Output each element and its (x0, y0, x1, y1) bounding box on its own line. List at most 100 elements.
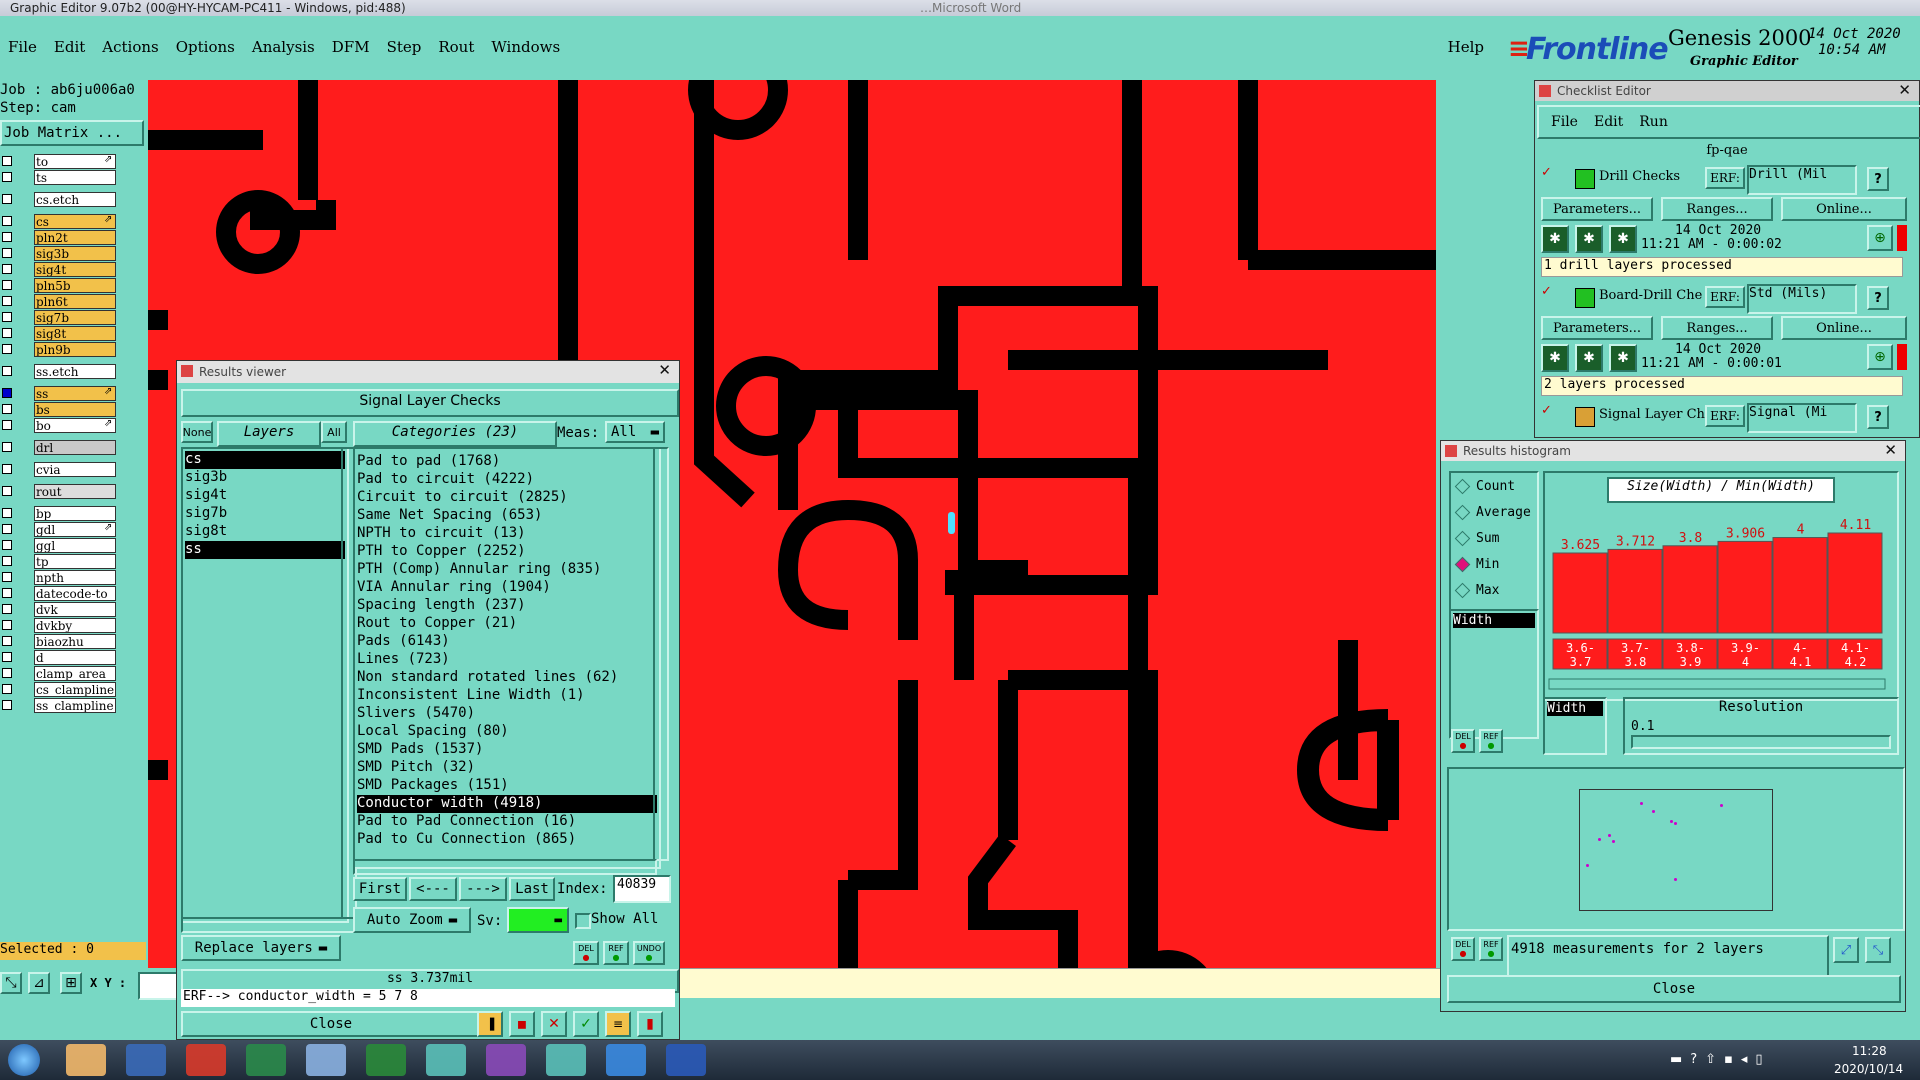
report-icon[interactable]: ≡ (605, 1011, 631, 1037)
layer-checkbox[interactable] (2, 572, 12, 582)
option-count[interactable]: Count (1451, 473, 1537, 499)
layer-row[interactable]: cs.etch (0, 192, 146, 207)
check-icon[interactable]: ✓ (573, 1011, 599, 1037)
menu-options[interactable]: Options (176, 38, 235, 56)
layer-row[interactable]: pln9b (0, 342, 146, 357)
layer-name[interactable]: dvk (34, 602, 116, 617)
layer-checkbox[interactable] (2, 442, 12, 452)
category-item[interactable]: Pad to Cu Connection (865) (357, 831, 657, 849)
rv-layer-item[interactable]: ss (185, 541, 345, 559)
layer-row[interactable]: drl (0, 440, 146, 455)
layer-row[interactable]: cvia (0, 462, 146, 477)
layer-name[interactable]: ggl (34, 538, 116, 553)
layer-checkbox[interactable] (2, 194, 12, 204)
category-item[interactable]: SMD Pads (1537) (357, 741, 657, 759)
checklist-menu-edit[interactable]: Edit (1594, 114, 1623, 130)
layer-row[interactable]: datecode-to (0, 586, 146, 601)
categories-scrollbar[interactable] (653, 447, 669, 861)
close-icon[interactable]: ✕ (1884, 441, 1897, 459)
layer-row[interactable]: cs ⇗ (0, 214, 146, 229)
category-item[interactable]: Pad to pad (1768) (357, 453, 657, 471)
last-button[interactable]: Last (509, 877, 555, 901)
online-button[interactable]: Online... (1781, 316, 1907, 340)
layer-checkbox[interactable] (2, 420, 12, 430)
categories-hscrollbar[interactable] (353, 859, 657, 875)
layer-name[interactable]: rout (34, 484, 116, 499)
histogram-bar[interactable] (1827, 532, 1883, 634)
resolution-slider[interactable] (1631, 735, 1891, 749)
save-icon[interactable] (126, 1044, 166, 1076)
category-item[interactable]: Inconsistent Line Width (1) (357, 687, 657, 705)
zoom-tool-icon[interactable]: ⤡ (0, 972, 22, 994)
zoom-results-icon[interactable]: ⊕ (1867, 225, 1893, 251)
layer-checkbox[interactable] (2, 604, 12, 614)
genesis2-icon[interactable] (546, 1044, 586, 1076)
layer-checkbox[interactable] (2, 486, 12, 496)
grid-tool-icon[interactable]: ⊞ (60, 972, 82, 994)
layer-name[interactable]: d (34, 650, 116, 665)
show-all-checkbox[interactable] (575, 913, 591, 929)
layer-checkbox[interactable] (2, 232, 12, 242)
histogram-icon[interactable]: ▮ (637, 1011, 663, 1037)
category-item[interactable]: Pad to circuit (4222) (357, 471, 657, 489)
erf-value[interactable]: Signal (Mi (1747, 403, 1857, 433)
check-help-button[interactable]: ? (1867, 405, 1889, 429)
hist-del-button[interactable]: DEL ● (1451, 729, 1475, 753)
sv-color-select[interactable]: ▬ (507, 907, 569, 933)
layer-name[interactable]: npth (34, 570, 116, 585)
layer-name[interactable]: cvia (34, 462, 116, 477)
word-icon[interactable] (666, 1044, 706, 1076)
run-selected-icon[interactable]: ✱ (1575, 344, 1603, 372)
layer-name[interactable]: bs (34, 402, 116, 417)
rv-layer-item[interactable]: sig4t (185, 487, 345, 505)
layer-checkbox[interactable] (2, 344, 12, 354)
category-item[interactable]: Spacing length (237) (357, 597, 657, 615)
layer-checkbox[interactable] (2, 216, 12, 226)
histogram-bar[interactable] (1772, 537, 1828, 634)
layer-checkbox[interactable] (2, 312, 12, 322)
undo-button[interactable]: UNDO ● (633, 941, 665, 965)
next-button[interactable]: ---> (459, 877, 507, 901)
layer-row[interactable]: bp (0, 506, 146, 521)
parameters-button[interactable]: Parameters... (1541, 316, 1653, 340)
layer-row[interactable]: pln5b (0, 278, 146, 293)
layer-name[interactable]: pln5b (34, 278, 116, 293)
category-item[interactable]: Slivers (5470) (357, 705, 657, 723)
first-button[interactable]: First (353, 877, 407, 901)
close-icon[interactable]: ✕ (658, 361, 671, 379)
app-icon[interactable] (246, 1044, 286, 1076)
metric-item[interactable]: Width (1453, 613, 1535, 628)
check-help-button[interactable]: ? (1867, 286, 1889, 310)
histogram-bar[interactable] (1607, 548, 1663, 634)
layer-row[interactable]: ss ⇗ (0, 386, 146, 401)
layer-row[interactable]: cs_clampline (0, 682, 146, 697)
check-enabled-checkbox[interactable]: ✓ (1541, 404, 1555, 419)
checklist-menu-file[interactable]: File (1551, 114, 1578, 130)
close-icon[interactable]: ✕ (1898, 81, 1911, 99)
category-item[interactable]: Same Net Spacing (653) (357, 507, 657, 525)
rv-layer-item[interactable]: sig7b (185, 505, 345, 523)
layer-checkbox[interactable] (2, 508, 12, 518)
layer-checkbox[interactable] (2, 700, 12, 710)
menu-dfm[interactable]: DFM (332, 38, 370, 56)
layer-checkbox[interactable] (2, 248, 12, 258)
layer-name[interactable]: sig7b (34, 310, 116, 325)
meas-select[interactable]: All ▬ (605, 421, 665, 443)
layer-name[interactable]: ss_clampline (34, 698, 116, 713)
erf-value[interactable]: Drill (Mil (1747, 165, 1857, 195)
layer-row[interactable]: bs (0, 402, 146, 417)
layer-checkbox[interactable] (2, 328, 12, 338)
layer-name[interactable]: dvkby (34, 618, 116, 633)
layer-row[interactable]: ggl (0, 538, 146, 553)
rv-layer-item[interactable]: cs (185, 451, 345, 469)
layer-checkbox[interactable] (2, 620, 12, 630)
overview-del-button[interactable]: DEL ● (1451, 937, 1475, 961)
ref-button[interactable]: REF ● (603, 941, 629, 965)
layer-row[interactable]: gdl ⇗ (0, 522, 146, 537)
layer-checkbox[interactable] (2, 636, 12, 646)
overview-ref-button[interactable]: REF ● (1479, 937, 1503, 961)
layer-name[interactable]: clamp_area (34, 666, 116, 681)
layer-name[interactable]: tp (34, 554, 116, 569)
resolution-value[interactable]: 0.1 (1631, 719, 1654, 734)
auto-zoom-select[interactable]: Auto Zoom ▬ (353, 907, 471, 933)
